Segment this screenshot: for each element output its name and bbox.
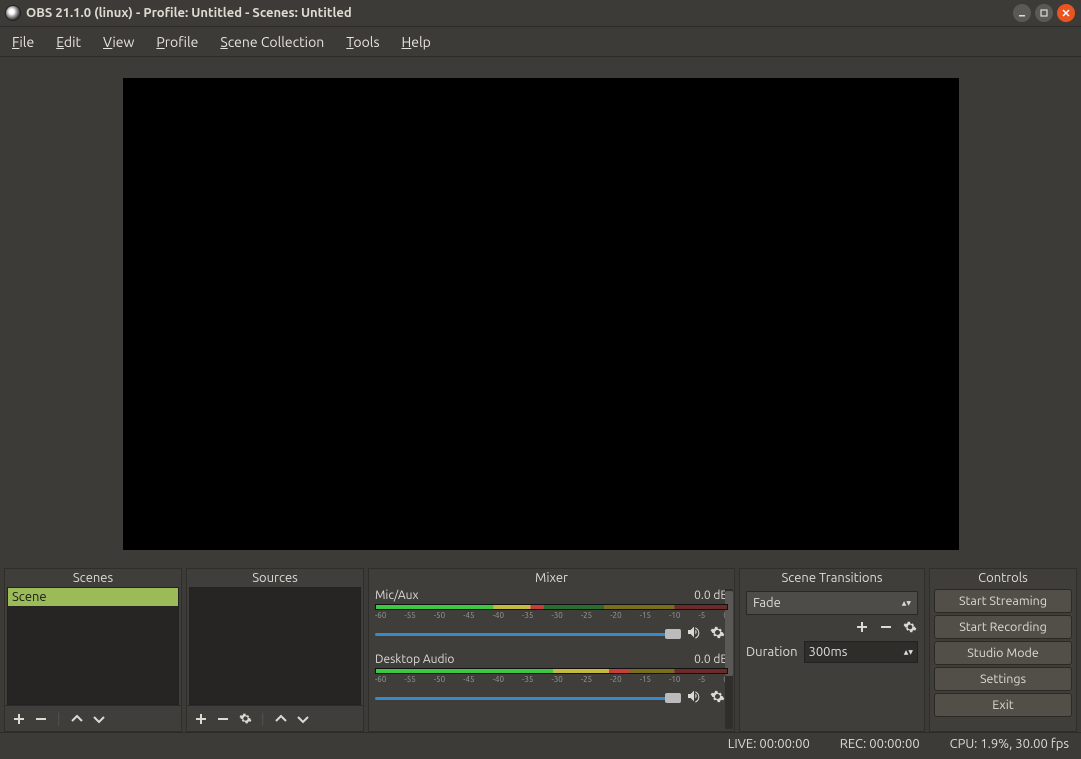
panel-sources-title: Sources	[187, 569, 363, 587]
settings-button[interactable]: Settings	[934, 667, 1072, 691]
panel-transitions-title: Scene Transitions	[740, 569, 924, 587]
menu-edit[interactable]: Edit	[54, 32, 83, 52]
mixer-meter	[375, 668, 728, 674]
add-transition-button[interactable]	[854, 619, 870, 635]
mixer-volume-slider[interactable]	[375, 694, 680, 702]
chevron-down-icon	[93, 713, 105, 725]
add-source-button[interactable]	[193, 711, 209, 727]
mixer-channel: Desktop Audio 0.0 dB -60-55-50-45-40-35-…	[375, 653, 728, 707]
plus-icon	[195, 713, 207, 725]
minimize-button[interactable]	[1013, 4, 1031, 22]
scene-item[interactable]: Scene	[8, 588, 178, 606]
source-properties-button[interactable]	[237, 711, 253, 727]
exit-button[interactable]: Exit	[934, 693, 1072, 717]
panel-scenes: Scenes Scene |	[4, 568, 182, 732]
mixer-meter-scale: -60-55-50-45-40-35-30-25-20-15-10-50	[375, 675, 728, 684]
sources-list[interactable]	[189, 587, 361, 705]
mixer-meter	[375, 604, 728, 610]
transition-selected-value: Fade	[753, 596, 902, 610]
menu-file[interactable]: File	[10, 32, 36, 52]
menu-scene-collection[interactable]: Scene Collection	[218, 32, 326, 52]
transition-select[interactable]: Fade ▲▼	[746, 591, 918, 615]
mixer-channel: Mic/Aux 0.0 dB -60-55-50-45-40-35-30-25-…	[375, 589, 728, 643]
minus-icon	[880, 621, 892, 633]
remove-scene-button[interactable]	[33, 711, 49, 727]
mixer-channel-name: Desktop Audio	[375, 653, 454, 666]
transition-properties-button[interactable]	[902, 619, 918, 635]
scenes-toolbar: |	[5, 705, 181, 731]
panel-controls-title: Controls	[930, 569, 1076, 587]
start-recording-button[interactable]: Start Recording	[934, 615, 1072, 639]
move-scene-down-button[interactable]	[91, 711, 107, 727]
chevron-up-icon	[275, 713, 287, 725]
panel-mixer: Mixer Mic/Aux 0.0 dB -60-55-50-45-40-35-…	[368, 568, 735, 732]
move-source-down-button[interactable]	[295, 711, 311, 727]
mixer-channel-name: Mic/Aux	[375, 589, 419, 602]
gear-icon	[903, 620, 917, 634]
plus-icon	[13, 713, 25, 725]
panel-sources: Sources |	[186, 568, 364, 732]
menu-view[interactable]: View	[101, 32, 136, 52]
window-titlebar: OBS 21.1.0 (linux) - Profile: Untitled -…	[0, 0, 1081, 27]
mixer-volume-slider[interactable]	[375, 630, 680, 638]
status-live: LIVE: 00:00:00	[728, 737, 810, 751]
spinner-icon: ▲▼	[904, 649, 913, 656]
plus-icon	[856, 621, 868, 633]
menu-tools[interactable]: Tools	[344, 32, 381, 52]
studio-mode-button[interactable]: Studio Mode	[934, 641, 1072, 665]
chevron-up-icon	[71, 713, 83, 725]
gear-icon	[710, 689, 725, 704]
menubar: File Edit View Profile Scene Collection …	[0, 27, 1081, 57]
speaker-icon	[686, 688, 702, 704]
transition-duration-label: Duration	[746, 645, 798, 659]
speaker-icon	[686, 624, 702, 640]
minus-icon	[35, 713, 47, 725]
mixer-body: Mic/Aux 0.0 dB -60-55-50-45-40-35-30-25-…	[369, 587, 734, 731]
move-scene-up-button[interactable]	[69, 711, 85, 727]
panel-mixer-title: Mixer	[369, 569, 734, 587]
mixer-scrollbar[interactable]	[725, 589, 733, 729]
status-cpu: CPU: 1.9%, 30.00 fps	[950, 737, 1069, 751]
remove-transition-button[interactable]	[878, 619, 894, 635]
window-title: OBS 21.1.0 (linux) - Profile: Untitled -…	[26, 6, 352, 20]
statusbar: LIVE: 00:00:00 REC: 00:00:00 CPU: 1.9%, …	[0, 732, 1081, 754]
panel-scenes-title: Scenes	[5, 569, 181, 587]
remove-source-button[interactable]	[215, 711, 231, 727]
chevron-down-icon	[297, 713, 309, 725]
preview-area	[0, 57, 1081, 564]
sources-toolbar: |	[187, 705, 363, 731]
move-source-up-button[interactable]	[273, 711, 289, 727]
mixer-mute-button[interactable]	[686, 624, 704, 643]
start-streaming-button[interactable]: Start Streaming	[934, 589, 1072, 613]
maximize-button[interactable]	[1035, 4, 1053, 22]
panel-controls: Controls Start Streaming Start Recording…	[929, 568, 1077, 732]
panel-transitions: Scene Transitions Fade ▲▼ Duration 300ms…	[739, 568, 925, 732]
menu-profile[interactable]: Profile	[154, 32, 200, 52]
scenes-list[interactable]: Scene	[7, 587, 179, 705]
gear-icon	[710, 625, 725, 640]
minus-icon	[217, 713, 229, 725]
dropdown-spinner-icon: ▲▼	[902, 600, 911, 607]
mixer-meter-scale: -60-55-50-45-40-35-30-25-20-15-10-50	[375, 611, 728, 620]
app-icon	[6, 6, 20, 20]
mixer-channel-level: 0.0 dB	[694, 589, 728, 602]
close-button[interactable]	[1057, 4, 1075, 22]
preview-canvas[interactable]	[123, 78, 959, 550]
mixer-channel-level: 0.0 dB	[694, 653, 728, 666]
mixer-mute-button[interactable]	[686, 688, 704, 707]
menu-help[interactable]: Help	[400, 32, 433, 52]
status-rec: REC: 00:00:00	[840, 737, 920, 751]
gear-icon	[239, 712, 252, 725]
add-scene-button[interactable]	[11, 711, 27, 727]
transition-duration-input[interactable]: 300ms ▲▼	[804, 641, 919, 663]
